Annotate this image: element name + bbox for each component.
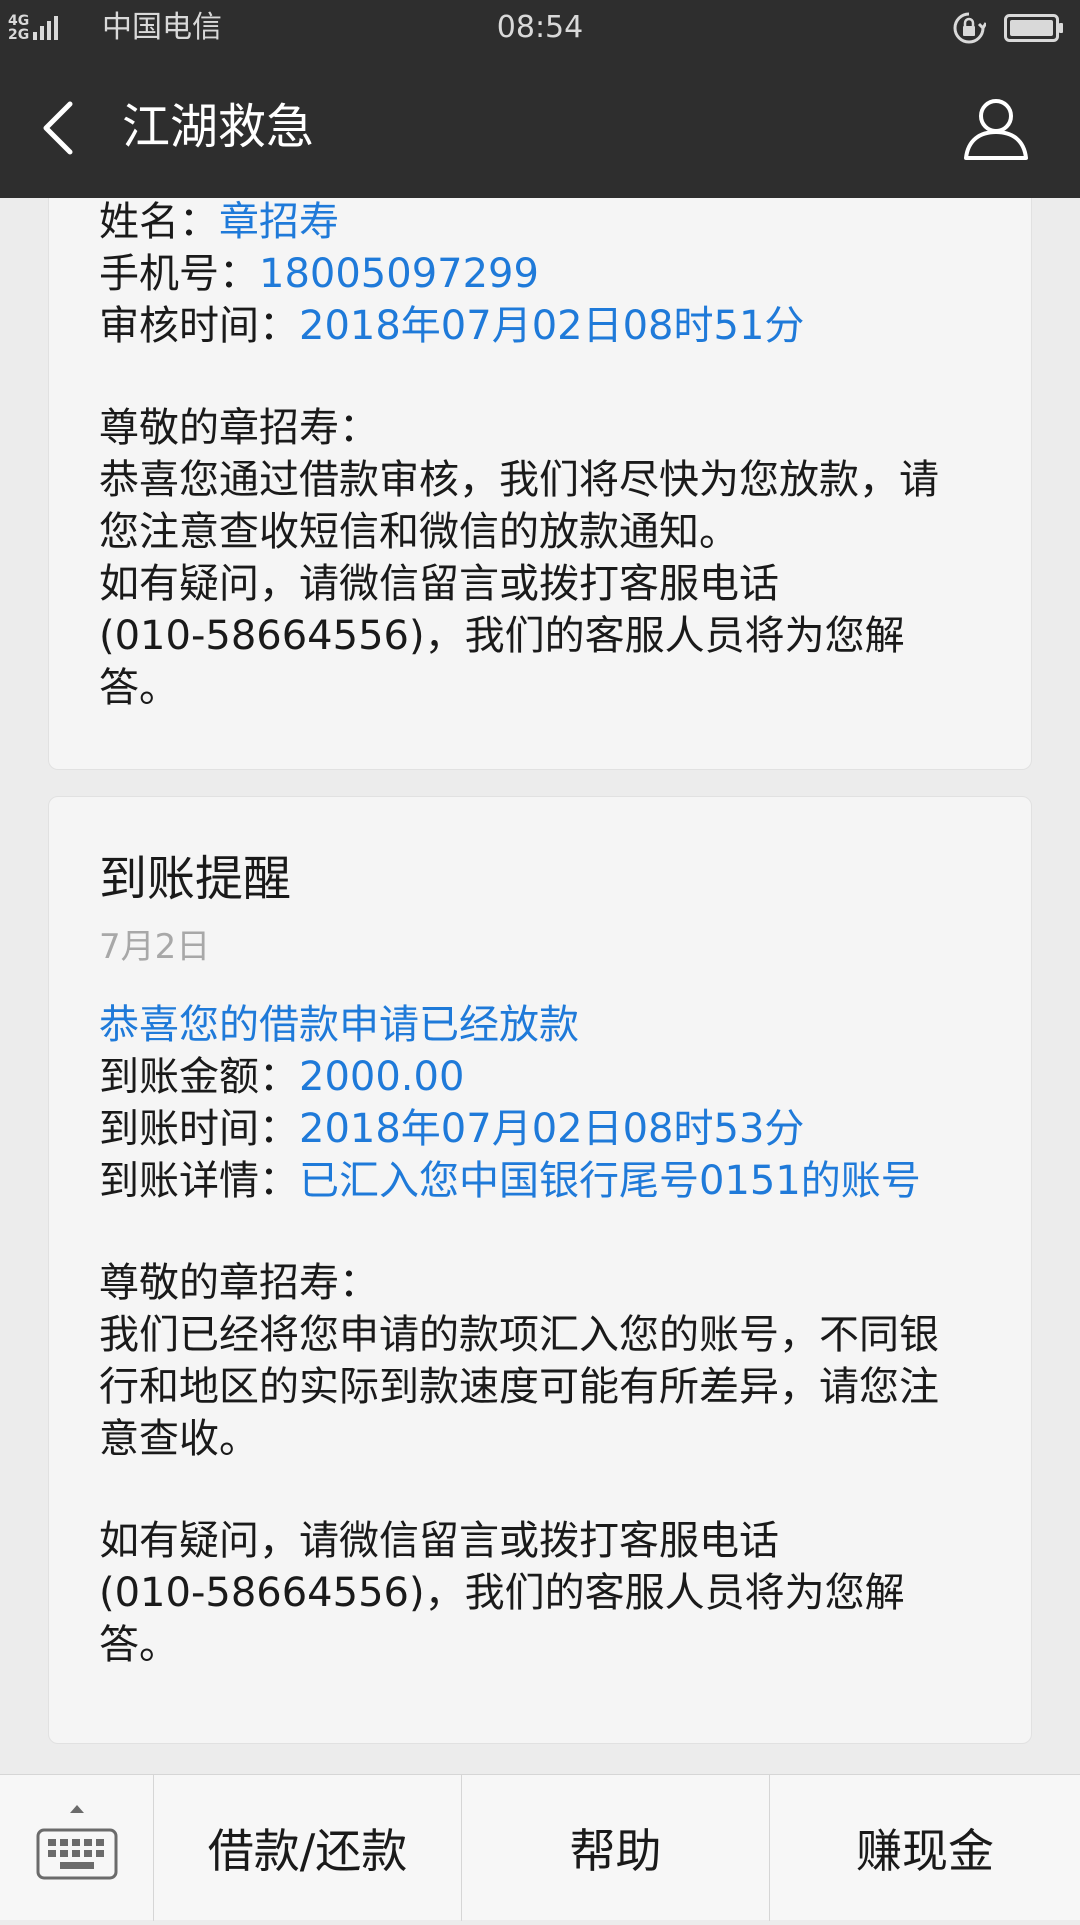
body-line: 答。 bbox=[99, 665, 179, 711]
keyboard-toggle-button[interactable] bbox=[0, 1775, 154, 1921]
body-line: 恭喜您通过借款审核，我们将尽快为您放款，请 bbox=[99, 457, 939, 503]
review-message-card: 姓名：章招寿 手机号：18005097299 审核时间：2018年07月02日0… bbox=[48, 198, 1032, 770]
menu-help[interactable]: 帮助 bbox=[462, 1775, 770, 1921]
page-title: 江湖救急 bbox=[122, 99, 315, 155]
arrival-time-value: 2018年07月02日08时53分 bbox=[299, 1106, 805, 1152]
review-time-label: 审核时间： bbox=[99, 303, 299, 349]
body-line: 您注意查收短信和微信的放款通知。 bbox=[99, 509, 739, 555]
card-title: 到账提醒 bbox=[99, 851, 292, 907]
bottom-menu: 借款/还款 帮助 赚现金 bbox=[0, 1774, 1080, 1921]
body-line: 意查收。 bbox=[99, 1416, 259, 1462]
arrival-detail-row: 到账详情：已汇入您中国银行尾号0151的账号 bbox=[99, 1155, 1001, 1207]
card-date: 7月2日 bbox=[99, 927, 211, 967]
title-bar: 江湖救急 bbox=[0, 56, 1080, 198]
message-list[interactable]: 姓名：章招寿 手机号：18005097299 审核时间：2018年07月02日0… bbox=[0, 198, 1080, 1774]
profile-icon[interactable] bbox=[962, 94, 1030, 162]
review-time-value: 2018年07月02日08时51分 bbox=[299, 303, 805, 349]
menu-earn-cash[interactable]: 赚现金 bbox=[770, 1775, 1080, 1921]
amount-value: 2000.00 bbox=[299, 1054, 465, 1100]
review-time-row: 审核时间：2018年07月02日08时51分 bbox=[99, 300, 1001, 352]
back-arrow-icon[interactable] bbox=[36, 98, 82, 158]
name-label: 姓名： bbox=[99, 199, 219, 245]
phone-value: 18005097299 bbox=[259, 251, 539, 297]
arrival-detail-label: 到账详情： bbox=[99, 1158, 299, 1204]
contact-line: 如有疑问，请微信留言或拨打客服电话 bbox=[99, 1518, 779, 1564]
battery-icon bbox=[1004, 14, 1063, 42]
contact-line: 答。 bbox=[99, 1622, 179, 1668]
arrival-detail-value: 已汇入您中国银行尾号0151的账号 bbox=[299, 1158, 921, 1204]
body-line: (010-58664556)，我们的客服人员将为您解 bbox=[99, 613, 905, 659]
arrival-time-row: 到账时间：2018年07月02日08时53分 bbox=[99, 1103, 1001, 1155]
phone-label: 手机号： bbox=[99, 251, 259, 297]
status-bar: 4G 2G 中国电信 08:54 bbox=[0, 0, 1080, 56]
greeting: 尊敬的章招寿： bbox=[99, 405, 379, 451]
lock-rotation-icon bbox=[953, 12, 986, 44]
greeting: 尊敬的章招寿： bbox=[99, 1260, 379, 1306]
keyboard-icon bbox=[36, 1805, 118, 1880]
payout-headline: 恭喜您的借款申请已经放款 bbox=[99, 1002, 579, 1048]
amount-row: 到账金额：2000.00 bbox=[99, 1051, 1001, 1103]
body-line: 我们已经将您申请的款项汇入您的账号，不同银 bbox=[99, 1312, 939, 1358]
amount-label: 到账金额： bbox=[99, 1054, 299, 1100]
arrival-time-label: 到账时间： bbox=[99, 1106, 299, 1152]
payout-message-card[interactable]: 到账提醒 7月2日 恭喜您的借款申请已经放款 到账金额：2000.00 到账时间… bbox=[48, 796, 1032, 1744]
body-line: 行和地区的实际到款速度可能有所差异，请您注 bbox=[99, 1364, 939, 1410]
body-line: 如有疑问，请微信留言或拨打客服电话 bbox=[99, 561, 779, 607]
name-row: 姓名：章招寿 bbox=[99, 198, 1001, 248]
menu-loan-repay[interactable]: 借款/还款 bbox=[154, 1775, 462, 1921]
phone-row: 手机号：18005097299 bbox=[99, 248, 1001, 300]
name-value: 章招寿 bbox=[219, 199, 339, 245]
status-time: 08:54 bbox=[496, 10, 584, 45]
contact-line: (010-58664556)，我们的客服人员将为您解 bbox=[99, 1570, 905, 1616]
